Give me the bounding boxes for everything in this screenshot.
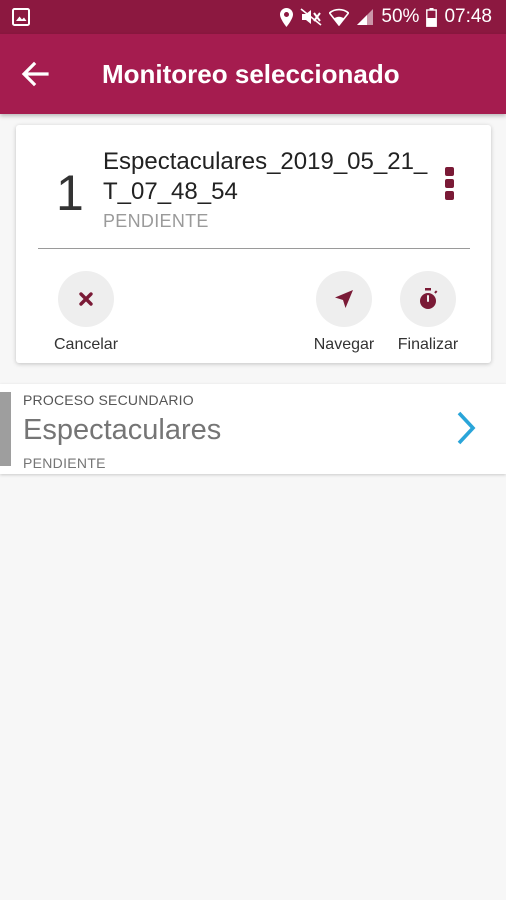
cancel-circle[interactable] xyxy=(58,271,114,327)
monitor-state: PENDIENTE xyxy=(103,211,209,231)
close-icon xyxy=(79,292,93,306)
finish-button[interactable]: Finalizar xyxy=(383,271,473,354)
subprocess-title: Espectaculares xyxy=(23,414,222,446)
navigate-button[interactable]: Navegar xyxy=(299,271,389,354)
navigation-icon xyxy=(335,290,353,308)
signal-icon xyxy=(357,9,374,25)
location-icon xyxy=(280,7,294,27)
stopwatch-icon xyxy=(420,288,438,309)
back-arrow-icon[interactable] xyxy=(20,59,50,89)
battery-percent: 50% xyxy=(381,6,420,27)
subprocess-row[interactable]: PROCESO SECUNDARIO Espectaculares PENDIE… xyxy=(0,384,506,474)
cancel-button[interactable]: Cancelar xyxy=(41,271,131,354)
subprocess-state: PENDIENTE xyxy=(23,455,106,471)
finish-label: Finalizar xyxy=(397,336,459,353)
battery-icon xyxy=(426,7,438,27)
wifi-icon xyxy=(329,8,350,26)
navigate-circle[interactable] xyxy=(316,271,372,327)
chevron-right-icon[interactable] xyxy=(452,410,480,446)
monitor-number: 1 xyxy=(56,165,84,221)
finish-circle[interactable] xyxy=(400,271,456,327)
mute-icon xyxy=(300,8,322,26)
cancel-label: Cancelar xyxy=(53,336,119,353)
status-indicator-bar xyxy=(0,392,11,466)
card-divider xyxy=(38,248,470,249)
page-title: Monitoreo seleccionado xyxy=(102,59,400,89)
monitor-name: Espectaculares_2019_05_21_T_07_48_54 xyxy=(103,148,428,205)
clock: 07:48 xyxy=(444,6,492,27)
gallery-icon xyxy=(12,8,30,26)
app-bar: Monitoreo seleccionado xyxy=(0,34,506,114)
more-vertical-icon[interactable] xyxy=(441,167,457,201)
navigate-label: Navegar xyxy=(313,336,375,353)
monitor-card: 1 Espectaculares_2019_05_21_T_07_48_54 P… xyxy=(16,125,491,363)
status-bar: 50% 07:48 xyxy=(0,0,506,34)
subprocess-caption: PROCESO SECUNDARIO xyxy=(23,392,194,408)
